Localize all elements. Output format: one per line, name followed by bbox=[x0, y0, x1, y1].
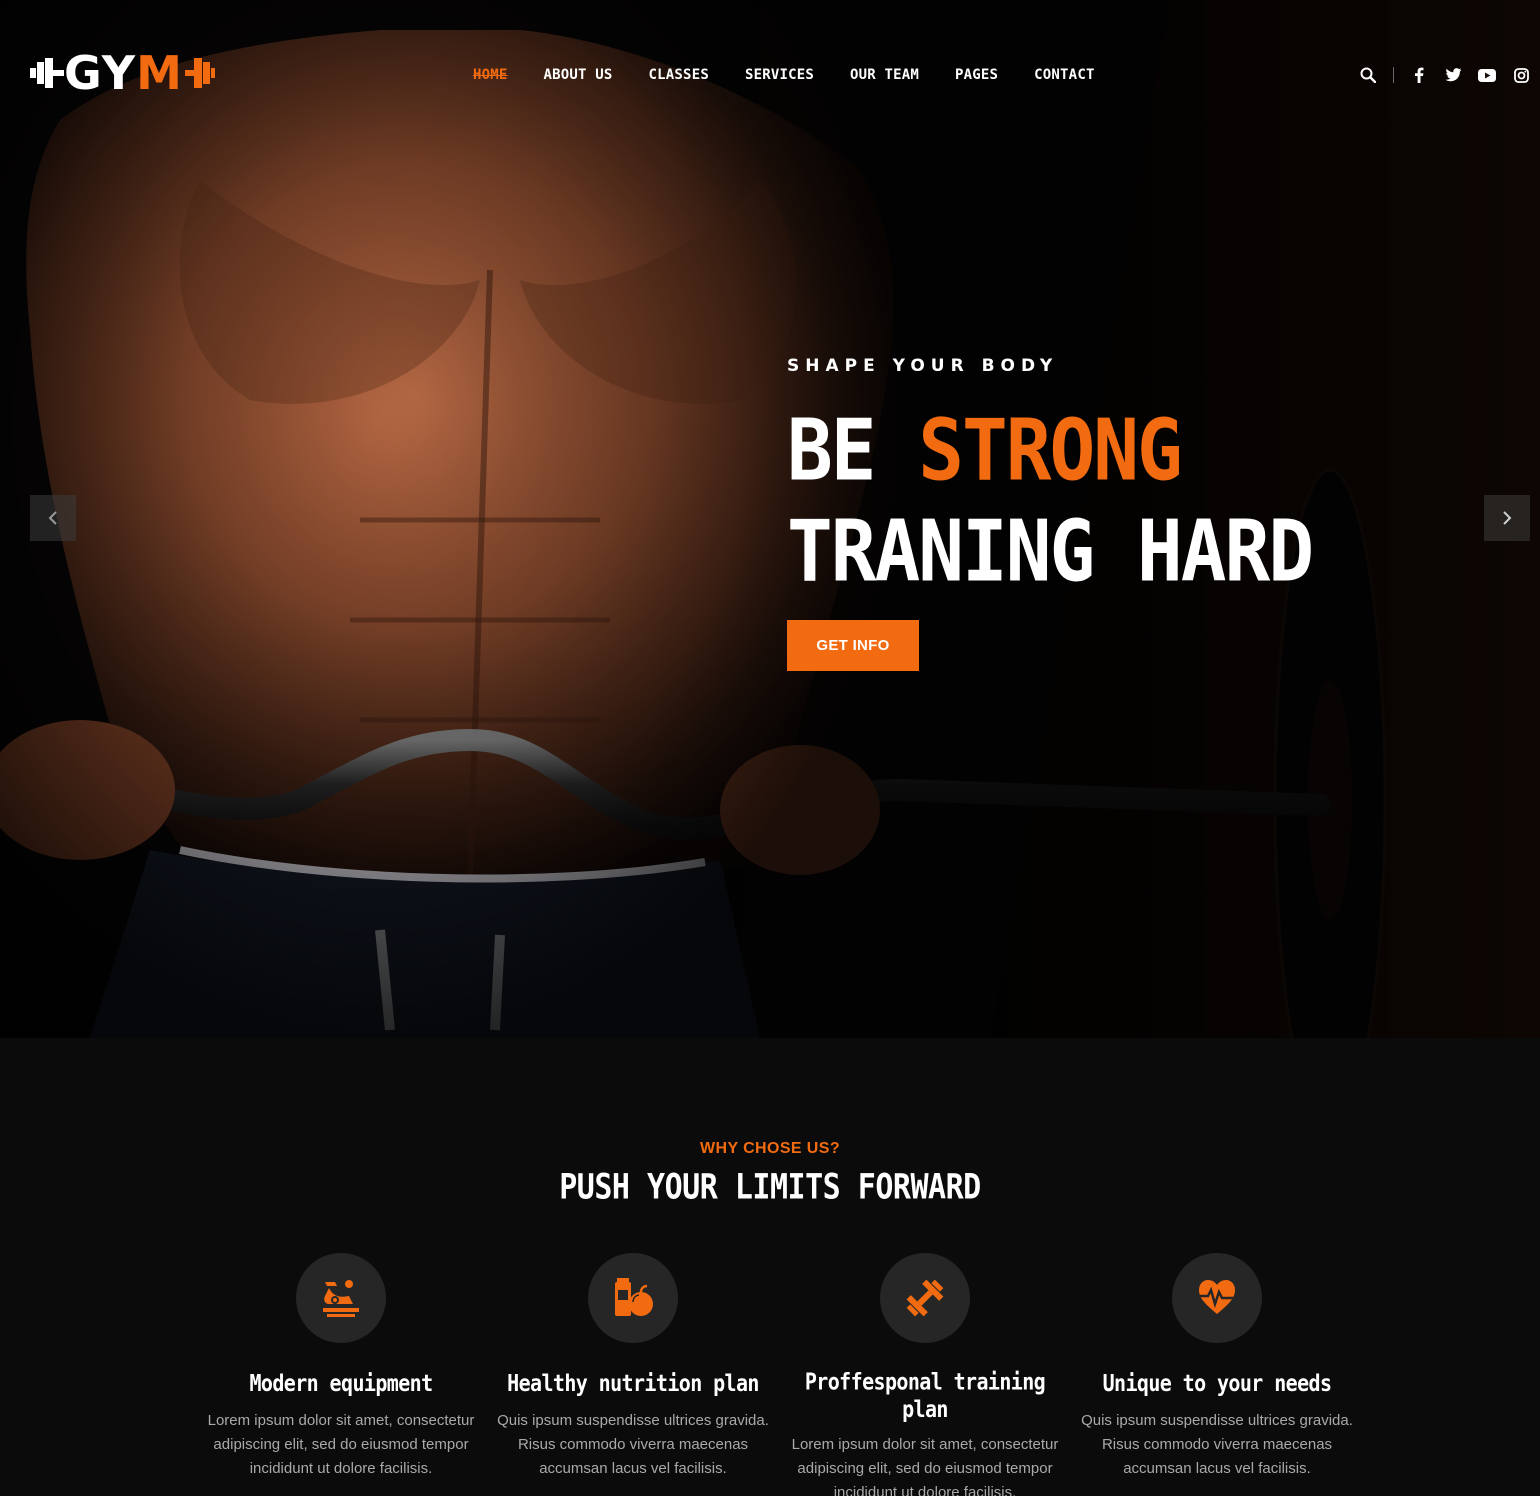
main-nav: HOME ABOUT US CLASSES SERVICES OUR TEAM … bbox=[473, 64, 1131, 86]
feature-item: Unique to your needs Quis ipsum suspendi… bbox=[1071, 1253, 1363, 1481]
feature-text: Lorem ipsum dolor sit amet, consectetur … bbox=[791, 1436, 1059, 1496]
logo-text-orange: M bbox=[136, 46, 183, 100]
exercise-bike-icon bbox=[323, 1280, 359, 1317]
nav-classes[interactable]: CLASSES bbox=[649, 64, 709, 86]
hero-headline: BE STRONG TRANING HARD bbox=[787, 400, 1314, 602]
features-list: Modern equipment Lorem ipsum dolor sit a… bbox=[195, 1253, 1365, 1496]
get-info-button[interactable]: GET INFO bbox=[787, 620, 919, 671]
logo-text-white: GY bbox=[64, 46, 137, 100]
nav-services[interactable]: SERVICES bbox=[745, 64, 814, 86]
feature-title: Proffesponal training plan bbox=[804, 1367, 1046, 1423]
nav-pages[interactable]: PAGES bbox=[955, 64, 998, 86]
slider-next-button[interactable] bbox=[1484, 495, 1530, 541]
why-choose-us-section: WHY CHOSE US? PUSH YOUR LIMITS FORWARD M… bbox=[0, 1038, 1540, 1496]
section-kicker: WHY CHOSE US? bbox=[699, 1140, 841, 1157]
facebook-icon[interactable] bbox=[1410, 66, 1428, 84]
section-title: PUSH YOUR LIMITS FORWARD bbox=[559, 1167, 981, 1208]
twitter-icon[interactable] bbox=[1444, 66, 1462, 84]
feature-text: Quis ipsum suspendisse ultrices gravida.… bbox=[497, 1412, 769, 1477]
feature-item: Proffesponal training plan Lorem ipsum d… bbox=[779, 1253, 1071, 1496]
feature-text: Lorem ipsum dolor sit amet, consectetur … bbox=[207, 1412, 475, 1477]
nav-contact[interactable]: CONTACT bbox=[1034, 64, 1094, 86]
feature-icon-circle bbox=[880, 1253, 970, 1343]
dumbbell-icon bbox=[906, 1279, 944, 1317]
feature-icon-circle bbox=[1172, 1253, 1262, 1343]
gym-logo[interactable]: GYM bbox=[30, 50, 215, 96]
feature-item: Modern equipment Lorem ipsum dolor sit a… bbox=[195, 1253, 487, 1481]
chevron-left-icon bbox=[48, 511, 57, 525]
hero-subtitle: SHAPE YOUR BODY bbox=[787, 356, 1059, 376]
youtube-icon[interactable] bbox=[1478, 66, 1496, 84]
chevron-right-icon bbox=[1503, 511, 1512, 525]
dumbbell-logo-icon bbox=[30, 58, 64, 88]
nav-home[interactable]: HOME bbox=[473, 64, 508, 86]
nav-our-team[interactable]: OUR TEAM bbox=[850, 64, 919, 86]
nutrition-icon bbox=[615, 1278, 653, 1316]
feature-title: Modern equipment bbox=[249, 1369, 433, 1397]
heart-pulse-icon bbox=[1197, 1280, 1237, 1314]
nav-about-us[interactable]: ABOUT US bbox=[544, 64, 613, 86]
logo-text: GYM bbox=[64, 50, 183, 96]
instagram-icon[interactable] bbox=[1512, 66, 1530, 84]
feature-title: Unique to your needs bbox=[1102, 1369, 1332, 1397]
hero-slider: GYM HOME ABOUT US CLASSES SERVICES OUR T… bbox=[0, 0, 1540, 1038]
header-divider bbox=[1393, 67, 1394, 83]
headline-line2: TRANING HARD bbox=[787, 500, 1314, 601]
slider-prev-button[interactable] bbox=[30, 495, 76, 541]
feature-item: Healthy nutrition plan Quis ipsum suspen… bbox=[487, 1253, 779, 1481]
headline-line1-accent: STRONG bbox=[918, 400, 1183, 500]
search-icon[interactable] bbox=[1359, 66, 1377, 84]
feature-icon-circle bbox=[588, 1253, 678, 1343]
dumbbell-logo-icon-right bbox=[184, 58, 215, 88]
header-actions bbox=[1343, 64, 1530, 86]
feature-text: Quis ipsum suspendisse ultrices gravida.… bbox=[1081, 1412, 1353, 1477]
feature-title: Healthy nutrition plan bbox=[507, 1369, 759, 1397]
feature-icon-circle bbox=[296, 1253, 386, 1343]
headline-line1-plain: BE bbox=[787, 400, 919, 500]
